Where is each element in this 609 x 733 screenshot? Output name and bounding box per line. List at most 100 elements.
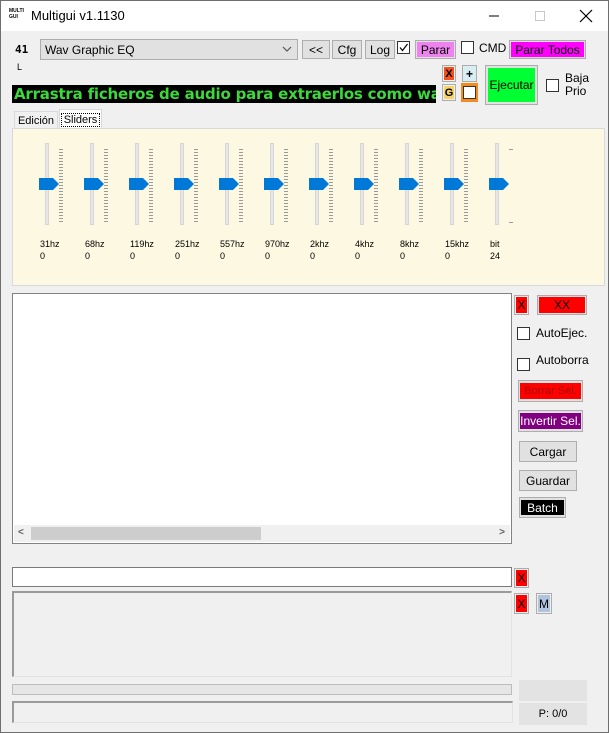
eq-slider-970hz[interactable]	[264, 141, 309, 231]
auto-ejec-label: AutoEjec.	[536, 326, 588, 340]
g-button[interactable]: G	[442, 84, 456, 101]
slider-label: bit 24	[490, 239, 501, 261]
back-button[interactable]: <<	[302, 40, 330, 59]
tab-sliders[interactable]: Sliders	[59, 109, 102, 129]
m-button[interactable]: M	[536, 593, 552, 614]
clear-all-button[interactable]: XX	[537, 295, 587, 315]
window-title: Multigui v1.1130	[31, 8, 125, 23]
slider-thumb[interactable]	[84, 178, 104, 190]
slider-label: 557hz 0	[220, 239, 245, 261]
borrar-sel-button[interactable]: Borrar Sel.	[518, 380, 583, 402]
maximize-icon	[535, 11, 545, 21]
main-window: MULTI GUI Multigui v1.1130 41 L Wav Grap…	[0, 0, 609, 733]
eq-slider-68hz[interactable]	[84, 141, 129, 231]
checkmark-icon	[399, 43, 408, 52]
slider-thumb[interactable]	[399, 178, 419, 190]
orange-toggle[interactable]	[461, 83, 478, 102]
cargar-button[interactable]: Cargar	[519, 441, 577, 462]
slider-ticks	[194, 149, 198, 223]
slider-ticks	[149, 149, 153, 223]
eq-slider-31hz[interactable]	[39, 141, 84, 231]
orange-checkbox[interactable]	[463, 86, 476, 99]
scroll-left-icon[interactable]: <	[18, 527, 24, 538]
slider-thumb[interactable]	[354, 178, 374, 190]
slider-thumb[interactable]	[444, 178, 464, 190]
slider-ticks	[419, 149, 423, 223]
minimize-button[interactable]	[471, 1, 517, 31]
eq-slider-bit[interactable]	[489, 141, 534, 231]
scrollbar-thumb[interactable]	[31, 527, 261, 540]
slider-label: 68hz 0	[85, 239, 105, 261]
eq-slider-15khz[interactable]	[444, 141, 489, 231]
file-list[interactable]: < >	[12, 293, 512, 544]
eq-slider-251hz[interactable]	[174, 141, 219, 231]
slider-thumb[interactable]	[219, 178, 239, 190]
slider-label: 8khz 0	[400, 239, 420, 261]
cmd-checkbox[interactable]	[461, 41, 474, 54]
slider-ticks	[329, 149, 333, 223]
preset-dropdown[interactable]: Wav Graphic EQ	[40, 39, 298, 60]
log-area[interactable]	[12, 591, 512, 677]
slider-ticks	[284, 149, 288, 223]
parar-button[interactable]: Parar	[415, 40, 456, 59]
minimize-icon	[489, 15, 499, 17]
maximize-button[interactable]	[517, 1, 563, 31]
eq-slider-4khz[interactable]	[354, 141, 399, 231]
eq-slider-119hz[interactable]	[129, 141, 174, 231]
horizontal-scrollbar[interactable]: < >	[14, 525, 510, 542]
clear-one-button[interactable]: X	[514, 295, 529, 315]
slider-ticks	[509, 149, 513, 223]
slider-thumb[interactable]	[129, 178, 149, 190]
slider-label: 31hz 0	[40, 239, 60, 261]
autoborra-label: Autoborra	[536, 353, 589, 367]
slider-ticks	[239, 149, 243, 223]
autoborra-checkbox[interactable]	[517, 358, 530, 371]
slider-thumb[interactable]	[489, 178, 509, 190]
slider-thumb[interactable]	[309, 178, 329, 190]
baja-prio-checkbox[interactable]	[546, 79, 559, 92]
auto-ejec-checkbox[interactable]	[517, 327, 530, 340]
guardar-button[interactable]: Guardar	[519, 470, 577, 491]
job-counter-sub: L	[17, 62, 23, 72]
clear-log-button[interactable]: X	[514, 593, 529, 614]
status-bar	[12, 701, 513, 723]
clear-input-button[interactable]: X	[514, 568, 529, 588]
batch-button[interactable]: Batch	[519, 497, 566, 518]
status-box	[519, 680, 587, 701]
x-small-button[interactable]: X	[442, 65, 456, 82]
tab-edicion[interactable]: Edición	[14, 111, 58, 129]
slider-label: 15khz 0	[445, 239, 470, 261]
log-button[interactable]: Log	[365, 40, 395, 59]
title-bar: MULTI GUI Multigui v1.1130	[1, 1, 608, 31]
eq-slider-2khz[interactable]	[309, 141, 354, 231]
log-checkbox[interactable]	[397, 41, 410, 54]
cfg-button[interactable]: Cfg	[332, 40, 362, 59]
slider-ticks	[104, 149, 108, 223]
slider-thumb[interactable]	[39, 178, 59, 190]
command-input[interactable]	[12, 567, 512, 587]
baja-prio-label: Baja Prio	[565, 71, 590, 98]
drop-files-banner[interactable]: Arrastra ficheros de audio para extraerl…	[12, 85, 436, 103]
invertir-sel-button[interactable]: Invertir Sel.	[518, 410, 583, 432]
slider-ticks	[59, 149, 63, 223]
eq-slider-557hz[interactable]	[219, 141, 264, 231]
close-icon	[579, 9, 593, 23]
job-counter: 41	[15, 43, 29, 56]
slider-label: 970hz 0	[265, 239, 290, 261]
cmd-label: CMD	[479, 41, 507, 55]
slider-label: 2khz 0	[310, 239, 330, 261]
slider-thumb[interactable]	[264, 178, 284, 190]
close-button[interactable]	[563, 1, 609, 31]
preset-selected: Wav Graphic EQ	[45, 42, 135, 57]
slider-label: 119hz 0	[130, 239, 154, 261]
slider-ticks	[464, 149, 468, 223]
plus-button[interactable]: +	[462, 65, 477, 82]
chevron-down-icon	[282, 46, 292, 52]
slider-label: 4khz 0	[355, 239, 375, 261]
ejecutar-button[interactable]: Ejecutar	[485, 65, 538, 105]
slider-label: 251hz 0	[175, 239, 200, 261]
eq-slider-8khz[interactable]	[399, 141, 444, 231]
scroll-right-icon[interactable]: >	[499, 527, 505, 538]
parar-todos-button[interactable]: Parar Todos	[509, 40, 586, 59]
slider-thumb[interactable]	[174, 178, 194, 190]
